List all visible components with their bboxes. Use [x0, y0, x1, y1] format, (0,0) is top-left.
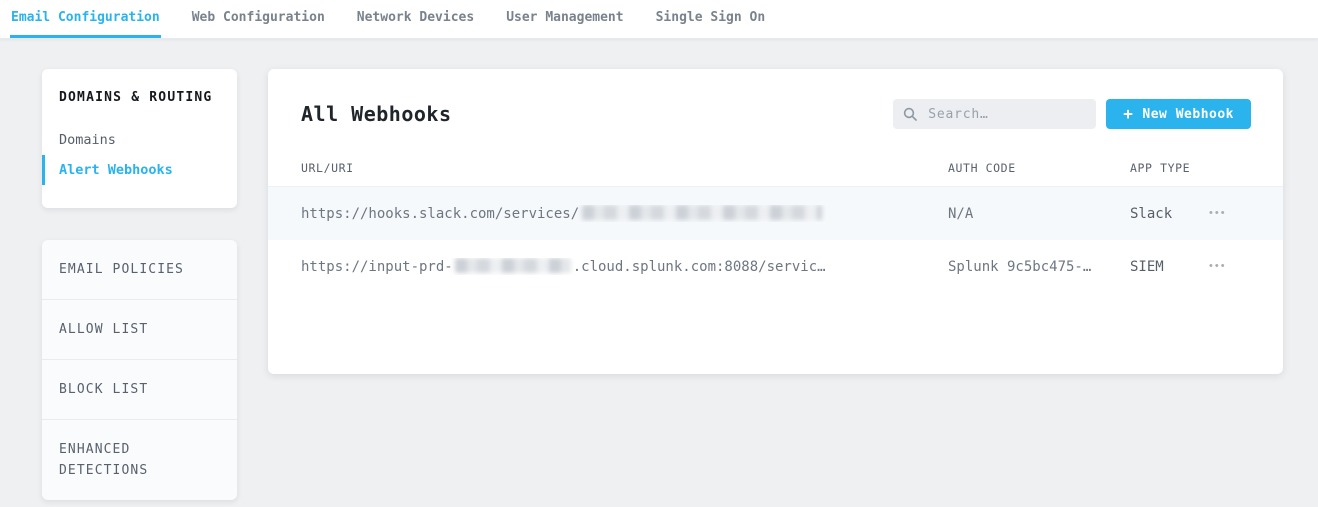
domains-routing-heading: DOMAINS & ROUTING: [59, 90, 220, 105]
tab-user-management[interactable]: User Management: [505, 0, 624, 38]
tab-network-devices[interactable]: Network Devices: [356, 0, 475, 38]
sidebar-item-allow-list[interactable]: ALLOW LIST: [42, 299, 237, 359]
webhooks-panel: All Webhooks + New Webhook URL/URI: [268, 69, 1283, 374]
top-navigation: Email Configuration Web Configuration Ne…: [0, 0, 1318, 39]
auth-code-cell: N/A: [948, 206, 1130, 222]
domains-routing-card: DOMAINS & ROUTING Domains Alert Webhooks: [42, 69, 237, 208]
page-content: DOMAINS & ROUTING Domains Alert Webhooks…: [0, 39, 1318, 500]
sidebar-item-email-policies[interactable]: EMAIL POLICIES: [42, 240, 237, 299]
auth-code-cell: Splunk 9c5bc475-…: [948, 259, 1130, 275]
webhook-url-text: https://input-prd-: [301, 259, 453, 275]
search-icon: [903, 107, 917, 121]
redacted-url-segment: [582, 205, 822, 220]
webhook-url-suffix: .cloud.splunk.com:8088/servic…: [573, 259, 826, 275]
search-input[interactable]: [926, 106, 1086, 123]
header-actions: + New Webhook: [893, 99, 1251, 129]
sidebar-item-enhanced-detections[interactable]: ENHANCED DETECTIONS: [42, 419, 237, 500]
policy-sections-card: EMAIL POLICIES ALLOW LIST BLOCK LIST ENH…: [42, 240, 237, 500]
tab-email-configuration[interactable]: Email Configuration: [10, 0, 161, 38]
webhook-url-cell: https://hooks.slack.com/services/: [301, 205, 948, 222]
page-title: All Webhooks: [301, 102, 452, 126]
table-header-row: URL/URI AUTH CODE APP TYPE: [268, 150, 1283, 187]
app-type-cell: SIEM: [1130, 259, 1207, 275]
row-menu-cell: •••: [1207, 257, 1251, 276]
table-row: https://input-prd- .cloud.splunk.com:8088…: [268, 240, 1283, 293]
row-actions-menu-icon[interactable]: •••: [1207, 257, 1229, 276]
table-row: https://hooks.slack.com/services/ N/A Sl…: [268, 187, 1283, 240]
column-header-app-type: APP TYPE: [1130, 161, 1207, 175]
sidebar-item-block-list[interactable]: BLOCK LIST: [42, 359, 237, 419]
webhooks-panel-header: All Webhooks + New Webhook: [268, 69, 1283, 129]
tab-web-configuration[interactable]: Web Configuration: [191, 0, 326, 38]
search-box[interactable]: [893, 99, 1096, 129]
tab-single-sign-on[interactable]: Single Sign On: [655, 0, 767, 38]
column-header-auth-code: AUTH CODE: [948, 161, 1130, 175]
new-webhook-button[interactable]: + New Webhook: [1106, 99, 1251, 129]
plus-icon: +: [1123, 106, 1133, 122]
redacted-url-segment: [455, 258, 571, 273]
app-type-cell: Slack: [1130, 206, 1207, 222]
settings-sidebar: DOMAINS & ROUTING Domains Alert Webhooks…: [42, 69, 237, 500]
row-actions-menu-icon[interactable]: •••: [1207, 204, 1229, 223]
webhooks-table: URL/URI AUTH CODE APP TYPE https://hooks…: [268, 150, 1283, 293]
row-menu-cell: •••: [1207, 204, 1251, 223]
column-header-url: URL/URI: [301, 161, 948, 175]
webhook-url-text: https://hooks.slack.com/services/: [301, 206, 579, 222]
webhook-url-cell: https://input-prd- .cloud.splunk.com:8088…: [301, 258, 948, 275]
sidebar-item-alert-webhooks[interactable]: Alert Webhooks: [42, 155, 237, 185]
new-webhook-button-label: New Webhook: [1142, 107, 1234, 122]
sidebar-item-domains[interactable]: Domains: [42, 125, 237, 155]
